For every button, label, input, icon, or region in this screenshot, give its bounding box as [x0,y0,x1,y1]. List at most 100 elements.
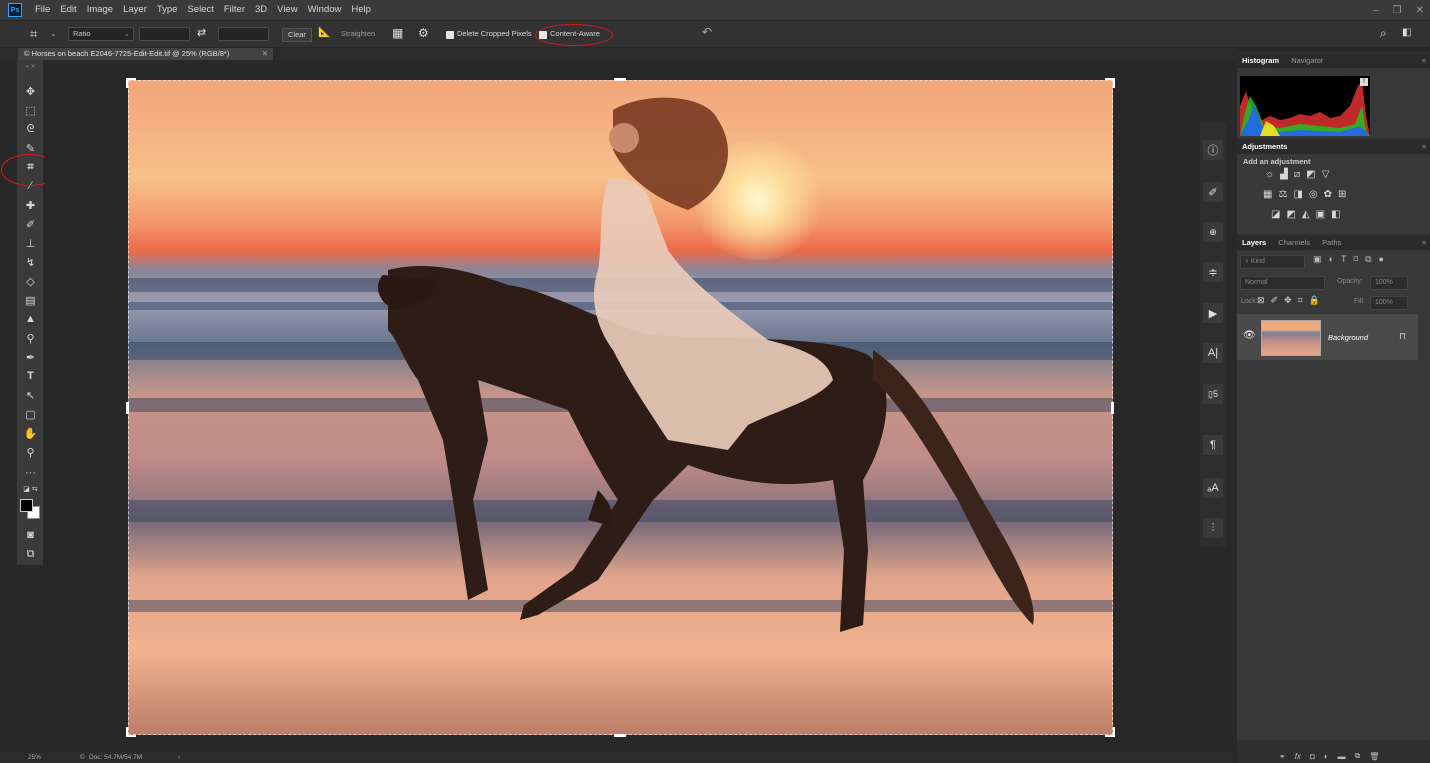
photo-filter-icon[interactable]: ◎ [1309,189,1318,200]
info-icon[interactable]: ⓘ [1203,140,1223,160]
lock-transparent-icon[interactable]: ⊠ [1257,295,1265,306]
gear-icon[interactable]: ⚙ [418,26,429,40]
healing-brush-tool-icon[interactable]: ✚ [17,196,44,214]
new-adjustment-icon[interactable]: ◐ [1324,752,1329,761]
swap-colors-icon[interactable]: ◪ ⇆ [17,484,44,494]
lock-image-icon[interactable]: ✐ [1271,295,1279,306]
opacity-field[interactable]: 100% [1370,276,1408,290]
filter-kind-select[interactable]: ⌕ Kind [1240,255,1305,269]
blend-mode-select[interactable]: Normal [1240,276,1325,290]
color-balance-icon[interactable]: ⚖ [1278,189,1287,200]
width-field[interactable] [139,27,190,41]
menu-view[interactable]: View [272,0,302,20]
character-icon[interactable]: A| [1203,343,1223,363]
paragraph-styles-icon[interactable]: ⫶ [1203,518,1223,538]
history-brush-tool-icon[interactable]: ↯ [17,253,44,271]
foreground-color-swatch[interactable] [20,499,33,512]
close-icon[interactable]: ✕ [1416,5,1424,16]
levels-icon[interactable]: ▟ [1280,169,1288,180]
search-icon[interactable]: ⌕ [1380,26,1387,41]
crop-handle-bottom[interactable] [614,734,626,737]
hue-saturation-icon[interactable]: ▦ [1263,189,1272,200]
doc-size[interactable]: Doc: 54.7M/54.7M [89,752,142,763]
channel-mixer-icon[interactable]: ✿ [1324,189,1332,200]
swap-icon[interactable]: ⇄ [197,26,206,39]
marquee-tool-icon[interactable]: ⬚ [17,101,44,119]
close-tab-icon[interactable]: ✕ [262,48,268,60]
eraser-tool-icon[interactable]: ◇ [17,272,44,290]
menu-layer[interactable]: Layer [118,0,152,20]
panel-menu-icon[interactable]: ≡ [1422,236,1426,250]
pen-tool-icon[interactable]: ✒ [17,348,44,366]
straighten-icon[interactable]: 📐 [318,27,330,38]
gradient-tool-icon[interactable]: ▤ [17,291,44,309]
document-tab[interactable]: © Horses on beach E2046-7725-Edit-Edit.t… [18,48,273,60]
menu-edit[interactable]: Edit [55,0,81,20]
crop-handle-bottom-left[interactable] [126,727,136,737]
crop-handle-top-left[interactable] [126,78,136,88]
crop-handle-bottom-right[interactable] [1105,727,1115,737]
filter-toggle-icon[interactable]: ● [1379,254,1384,265]
brush-settings-icon[interactable]: ✐ [1203,182,1223,202]
workspace-icon[interactable]: ◧ [1402,27,1411,38]
clone-source-icon[interactable]: ⊕ [1203,222,1223,242]
new-layer-icon[interactable]: ⧉ [1355,751,1361,761]
blur-tool-icon[interactable]: ▲ [17,310,44,328]
tab-histogram[interactable]: Histogram [1237,54,1284,68]
height-field[interactable] [218,27,269,41]
lock-position-icon[interactable]: ✥ [1284,295,1292,306]
crop-handle-top-right[interactable] [1105,78,1115,88]
clone-stamp-tool-icon[interactable]: ⊥ [17,234,44,252]
add-mask-icon[interactable]: ◘ [1310,752,1315,761]
new-group-icon[interactable]: ▬ [1338,752,1346,761]
type-tool-icon[interactable]: T [17,367,44,385]
tab-paths[interactable]: Paths [1317,236,1346,250]
restore-icon[interactable]: ❐ [1393,5,1402,16]
delete-cropped-checkbox[interactable] [446,31,454,39]
exposure-icon[interactable]: ◩ [1306,169,1315,180]
shape-filter-icon[interactable]: ⌑ [1353,254,1358,265]
menu-image[interactable]: Image [82,0,118,20]
fill-field[interactable]: 100% [1370,296,1408,310]
crop-handle-left[interactable] [126,402,129,414]
dodge-tool-icon[interactable]: ⚲ [17,329,44,347]
menu-window[interactable]: Window [303,0,347,20]
brightness-icon[interactable]: ☼ [1265,169,1274,180]
posterize-icon[interactable]: ◩ [1286,209,1295,220]
move-tool-icon[interactable]: ✥ [17,82,44,100]
path-selection-tool-icon[interactable]: ↖ [17,386,44,404]
document-image[interactable] [128,80,1113,735]
crop-handle-top[interactable] [614,78,626,81]
lasso-tool-icon[interactable]: ᘓ [17,120,44,138]
pixel-filter-icon[interactable]: ▣ [1313,254,1322,265]
menu-3d[interactable]: 3D [250,0,272,20]
selective-color-icon[interactable]: ◧ [1331,209,1340,220]
rectangle-tool-icon[interactable]: ▢ [17,405,44,423]
lock-all-icon[interactable]: 🔒 [1309,295,1320,306]
brush-tool-icon[interactable]: ✐ [17,215,44,233]
menu-help[interactable]: Help [346,0,376,20]
black-white-icon[interactable]: ◨ [1293,189,1302,200]
link-layers-icon[interactable]: ⚭ [1279,752,1286,761]
zoom-tool-icon[interactable]: ⚲ [17,443,44,461]
minimize-icon[interactable]: – [1373,5,1379,16]
fx-icon[interactable]: fx [1295,752,1301,761]
type-filter-icon[interactable]: T [1341,254,1347,265]
glyphs-icon[interactable]: ▯5 [1203,384,1223,404]
tab-channels[interactable]: Channels [1273,236,1315,250]
adjustment-filter-icon[interactable]: ◐ [1329,254,1334,265]
vibrance-icon[interactable]: ▽ [1322,169,1330,180]
tab-layers[interactable]: Layers [1237,236,1271,250]
menu-select[interactable]: Select [182,0,218,20]
chevron-right-icon[interactable]: › [178,752,180,763]
menu-type[interactable]: Type [152,0,183,20]
straighten-label[interactable]: Straighten [341,29,375,38]
properties-icon[interactable]: ≑ [1203,262,1223,282]
collapse-icon[interactable]: » ✕ [17,62,44,70]
panel-menu-icon[interactable]: ≡ [1422,54,1426,68]
crop-handle-right[interactable] [1111,402,1114,414]
threshold-icon[interactable]: ◭ [1302,209,1310,220]
grid-overlay-icon[interactable]: ▦ [392,26,403,40]
color-lookup-icon[interactable]: ⊞ [1338,189,1346,200]
layer-row-background[interactable]: 👁 Background ⊓ [1237,314,1418,360]
